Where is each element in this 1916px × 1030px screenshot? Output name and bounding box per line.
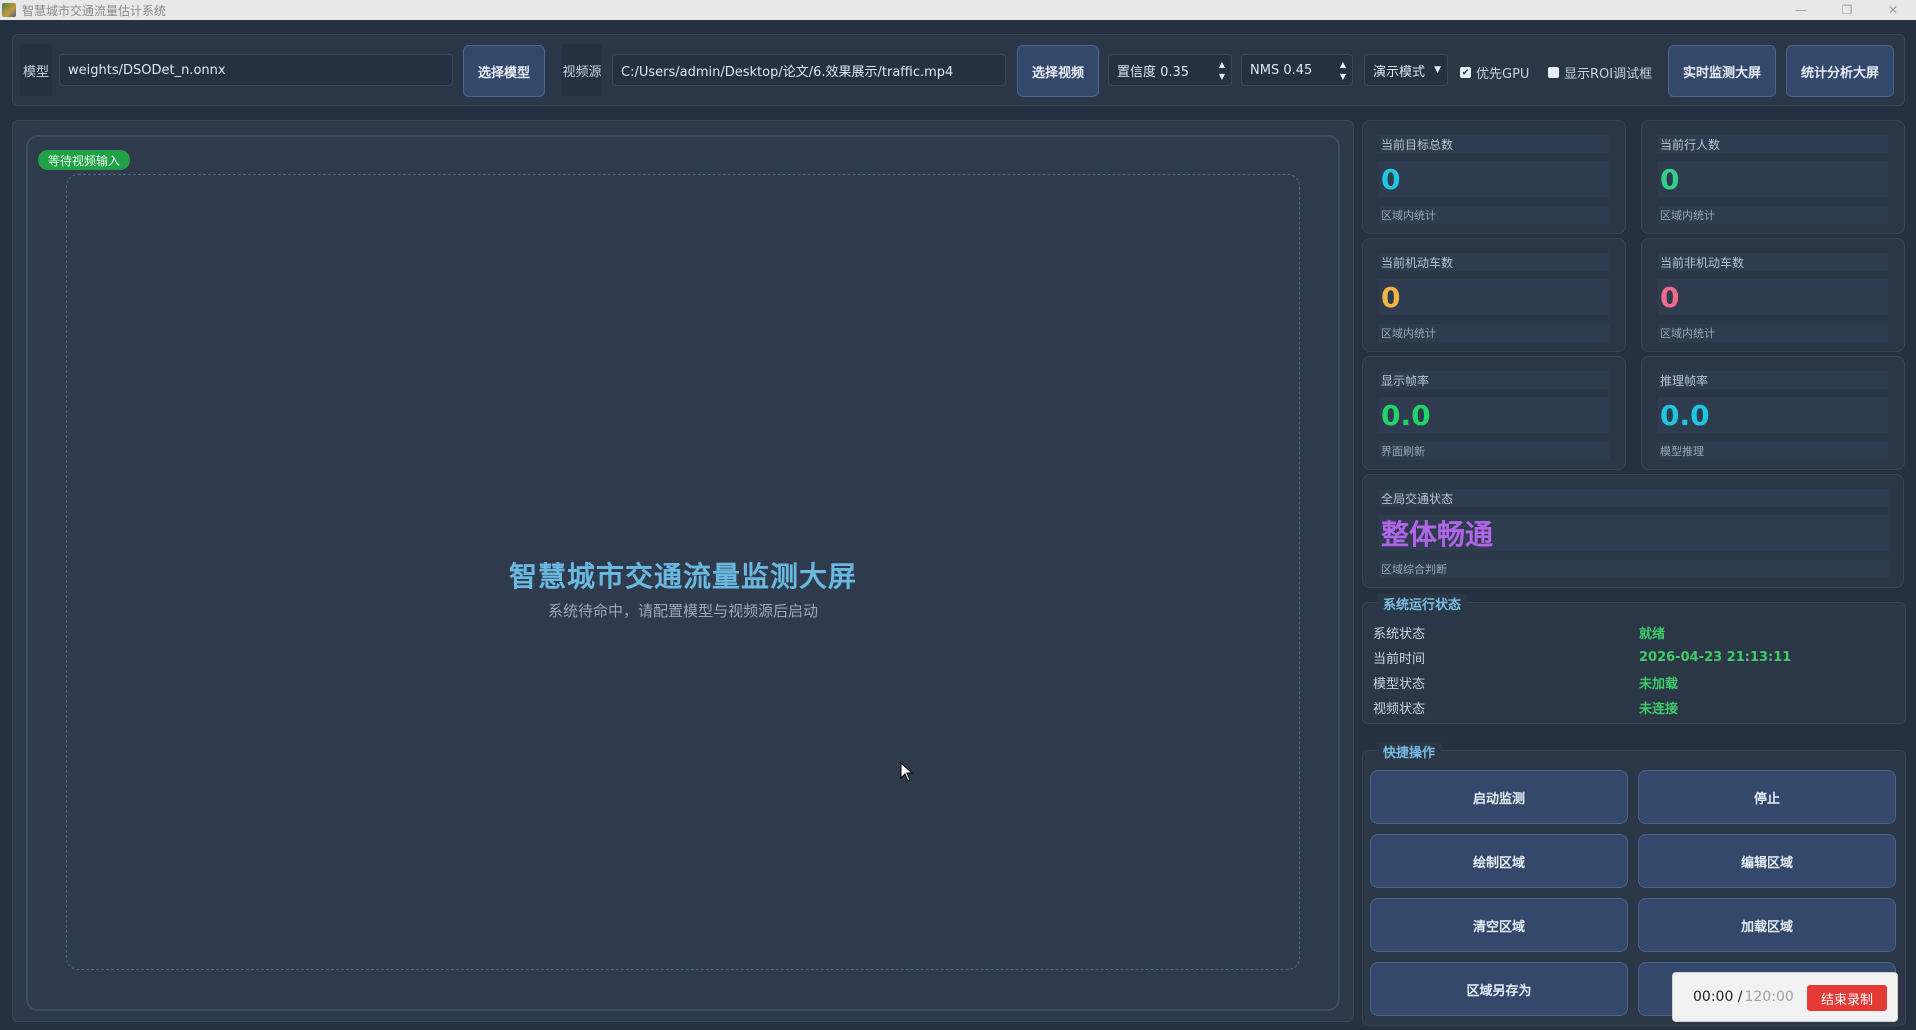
card-value: 整体畅通	[1379, 515, 1889, 551]
status-key: 视频状态	[1373, 701, 1426, 717]
start-monitor-button[interactable]: 启动监测	[1370, 770, 1628, 824]
window-titlebar: 智慧城市交通流量估计系统 — ❐ ✕	[0, 0, 1916, 20]
minimize-icon[interactable]: —	[1778, 0, 1824, 20]
roi-checkbox[interactable]: 显示ROI调试框	[1548, 63, 1652, 82]
stats-screen-button[interactable]: 统计分析大屏	[1786, 45, 1894, 97]
video-placeholder-title: 智慧城市交通流量监测大屏	[508, 560, 857, 593]
card-title: 推理帧率	[1658, 371, 1888, 389]
mode-value: 演示模式	[1373, 64, 1426, 80]
card-subtitle: 模型推理	[1658, 442, 1888, 460]
recording-overlay: 00:00 / 120:00 结束录制	[1672, 972, 1898, 1022]
stop-button[interactable]: 停止	[1638, 770, 1896, 824]
stat-card-nonmotor: 当前非机动车数 0 区域内统计	[1641, 238, 1905, 352]
load-region-button[interactable]: 加载区域	[1638, 898, 1896, 952]
card-subtitle: 区域内统计	[1379, 206, 1609, 224]
card-value: 0	[1658, 279, 1888, 315]
model-path-input[interactable]: weights/DSODet_n.onnx	[59, 54, 453, 86]
close-icon[interactable]: ✕	[1870, 0, 1916, 20]
status-key: 模型状态	[1373, 676, 1426, 692]
card-subtitle: 界面刷新	[1379, 442, 1609, 460]
status-badge: 等待视频输入	[38, 150, 131, 170]
realtime-screen-button[interactable]: 实时监测大屏	[1668, 45, 1776, 97]
select-model-button[interactable]: 选择模型	[463, 45, 545, 97]
card-title: 显示帧率	[1379, 371, 1609, 389]
status-value: 未加载	[1639, 676, 1679, 692]
window-controls: — ❐ ✕	[1778, 0, 1916, 20]
status-value: 未连接	[1639, 701, 1679, 717]
gpu-checkbox[interactable]: ✔ 优先GPU	[1460, 63, 1529, 82]
confidence-spinbox[interactable]: 置信度 0.35 ▲ ▼	[1108, 54, 1232, 86]
clear-region-button[interactable]: 清空区域	[1370, 898, 1628, 952]
card-value: 0.0	[1379, 397, 1609, 433]
recording-elapsed: 00:00 /	[1693, 989, 1743, 1005]
card-value: 0	[1379, 279, 1609, 315]
status-row: 系统状态 就绪	[1373, 621, 1893, 643]
source-label: 视频源	[562, 44, 602, 96]
system-status-group: 系统运行状态 系统状态 就绪 当前时间 2026-04-23 21:13:11 …	[1362, 594, 1906, 724]
status-row: 模型状态 未加载	[1373, 671, 1893, 693]
stat-card-total: 当前目标总数 0 区域内统计	[1362, 120, 1626, 234]
draw-region-button[interactable]: 绘制区域	[1370, 834, 1628, 888]
select-video-button[interactable]: 选择视频	[1017, 45, 1099, 97]
stop-recording-button[interactable]: 结束录制	[1807, 985, 1887, 1011]
video-source-input[interactable]: C:/Users/admin/Desktop/论文/6.效果展示/traffic…	[612, 54, 1006, 86]
status-key: 当前时间	[1373, 651, 1426, 667]
app-icon	[2, 3, 16, 17]
stat-card-traffic-state: 全局交通状态 整体畅通 区域综合判断	[1362, 474, 1904, 588]
window-title: 智慧城市交通流量估计系统	[22, 3, 167, 18]
save-region-as-button[interactable]: 区域另存为	[1370, 962, 1628, 1016]
mode-select[interactable]: 演示模式 ▼	[1364, 54, 1448, 86]
edit-region-button[interactable]: 编辑区域	[1638, 834, 1896, 888]
stat-card-display-fps: 显示帧率 0.0 界面刷新	[1362, 356, 1626, 470]
checkbox-unchecked-icon	[1548, 67, 1559, 78]
quick-ops-title: 快捷操作	[1377, 742, 1442, 761]
card-value: 0	[1379, 161, 1609, 197]
status-value: 2026-04-23 21:13:11	[1639, 649, 1792, 665]
status-row: 视频状态 未连接	[1373, 696, 1893, 718]
card-subtitle: 区域综合判断	[1379, 560, 1889, 578]
gpu-checkbox-label: 优先GPU	[1476, 67, 1530, 82]
card-value: 0.0	[1658, 397, 1888, 433]
card-value: 0	[1658, 161, 1888, 197]
card-subtitle: 区域内统计	[1658, 206, 1888, 224]
card-title: 全局交通状态	[1379, 489, 1889, 507]
stat-card-pedestrian: 当前行人数 0 区域内统计	[1641, 120, 1905, 234]
stat-card-infer-fps: 推理帧率 0.0 模型推理	[1641, 356, 1905, 470]
model-label: 模型	[20, 44, 52, 96]
card-subtitle: 区域内统计	[1658, 324, 1888, 342]
card-title: 当前行人数	[1658, 135, 1888, 153]
status-key: 系统状态	[1373, 626, 1426, 642]
spin-arrows-icon[interactable]: ▲ ▼	[1340, 59, 1346, 83]
card-title: 当前目标总数	[1379, 135, 1609, 153]
chevron-down-icon: ▼	[1434, 65, 1441, 75]
system-status-title: 系统运行状态	[1377, 594, 1468, 613]
restore-icon[interactable]: ❐	[1824, 0, 1870, 20]
card-title: 当前机动车数	[1379, 253, 1609, 271]
stat-card-motor: 当前机动车数 0 区域内统计	[1362, 238, 1626, 352]
recording-total: 120:00	[1744, 989, 1794, 1005]
spin-arrows-icon[interactable]: ▲ ▼	[1219, 59, 1225, 83]
nms-value: NMS 0.45	[1250, 62, 1313, 78]
mouse-cursor-icon	[900, 762, 914, 782]
video-placeholder-subtitle: 系统待命中，请配置模型与视频源后启动	[547, 602, 818, 620]
card-subtitle: 区域内统计	[1379, 324, 1609, 342]
confidence-value: 置信度 0.35	[1117, 64, 1190, 80]
checkbox-checked-icon: ✔	[1460, 67, 1471, 78]
status-row: 当前时间 2026-04-23 21:13:11	[1373, 646, 1893, 668]
roi-checkbox-label: 显示ROI调试框	[1564, 67, 1653, 82]
nms-spinbox[interactable]: NMS 0.45 ▲ ▼	[1241, 54, 1353, 86]
card-title: 当前非机动车数	[1658, 253, 1888, 271]
status-value: 就绪	[1639, 626, 1666, 642]
